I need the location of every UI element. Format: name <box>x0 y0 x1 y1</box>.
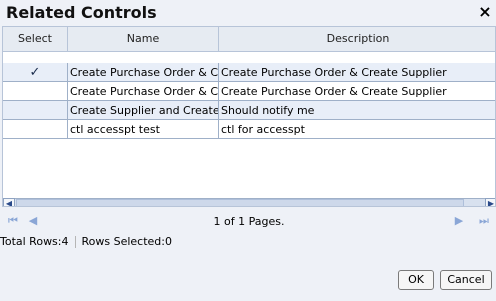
scroll-left-icon[interactable]: ◀ <box>3 198 15 206</box>
ok-button[interactable]: OK <box>398 270 434 290</box>
table-row[interactable]: Create Purchase Order & Crea Create Purc… <box>3 82 495 101</box>
page-info: 1 of 1 Pages. <box>213 215 285 228</box>
status-divider <box>74 236 76 248</box>
scroll-right-icon[interactable]: ▶ <box>485 198 495 206</box>
scrollbar-thumb[interactable] <box>16 199 464 206</box>
header-name[interactable]: Name <box>68 27 219 51</box>
row-name: Create Supplier and Create PO <box>68 101 219 120</box>
row-select[interactable] <box>3 82 68 101</box>
rows-selected: Rows Selected:0 <box>81 235 173 248</box>
row-description: Should notify me <box>219 101 495 120</box>
row-description: ctl for accesspt <box>219 120 495 139</box>
table-row[interactable]: ctl accesspt test ctl for accesspt <box>3 120 495 139</box>
header-description[interactable]: Description <box>219 27 495 51</box>
dialog-titlebar: Related Controls × <box>0 0 496 26</box>
row-name: Create Purchase Order & Crea <box>68 82 219 101</box>
row-name: Create Purchase Order & Crea <box>68 63 219 82</box>
pager: ⏮ ◀ 1 of 1 Pages. ▶ ⏭ <box>2 212 496 232</box>
last-page-icon[interactable]: ⏭ <box>477 214 491 228</box>
cancel-button[interactable]: Cancel <box>440 270 492 290</box>
related-controls-dialog: Related Controls × Select Name Descripti… <box>0 0 496 301</box>
status-bar: Total Rows:4 Rows Selected:0 <box>0 234 496 250</box>
table-row[interactable]: Create Supplier and Create PO Should not… <box>3 101 495 120</box>
row-description: Create Purchase Order & Create Supplier <box>219 82 495 101</box>
grid-header: Select Name Description <box>3 27 495 52</box>
row-select[interactable] <box>3 101 68 120</box>
horizontal-scrollbar[interactable]: ◀ ▶ <box>3 198 495 206</box>
header-select[interactable]: Select <box>3 27 68 51</box>
row-select-check-icon[interactable]: ✓ <box>3 63 68 82</box>
next-page-icon[interactable]: ▶ <box>452 214 466 228</box>
dialog-title: Related Controls <box>6 3 157 22</box>
close-icon[interactable]: × <box>477 2 493 22</box>
row-select[interactable] <box>3 120 68 139</box>
total-rows: Total Rows:4 <box>0 235 69 248</box>
row-name: ctl accesspt test <box>68 120 219 139</box>
row-description: Create Purchase Order & Create Supplier <box>219 63 495 82</box>
controls-grid: Select Name Description ✓ Create Purchas… <box>2 26 496 207</box>
table-row[interactable]: ✓ Create Purchase Order & Crea Create Pu… <box>3 63 495 82</box>
